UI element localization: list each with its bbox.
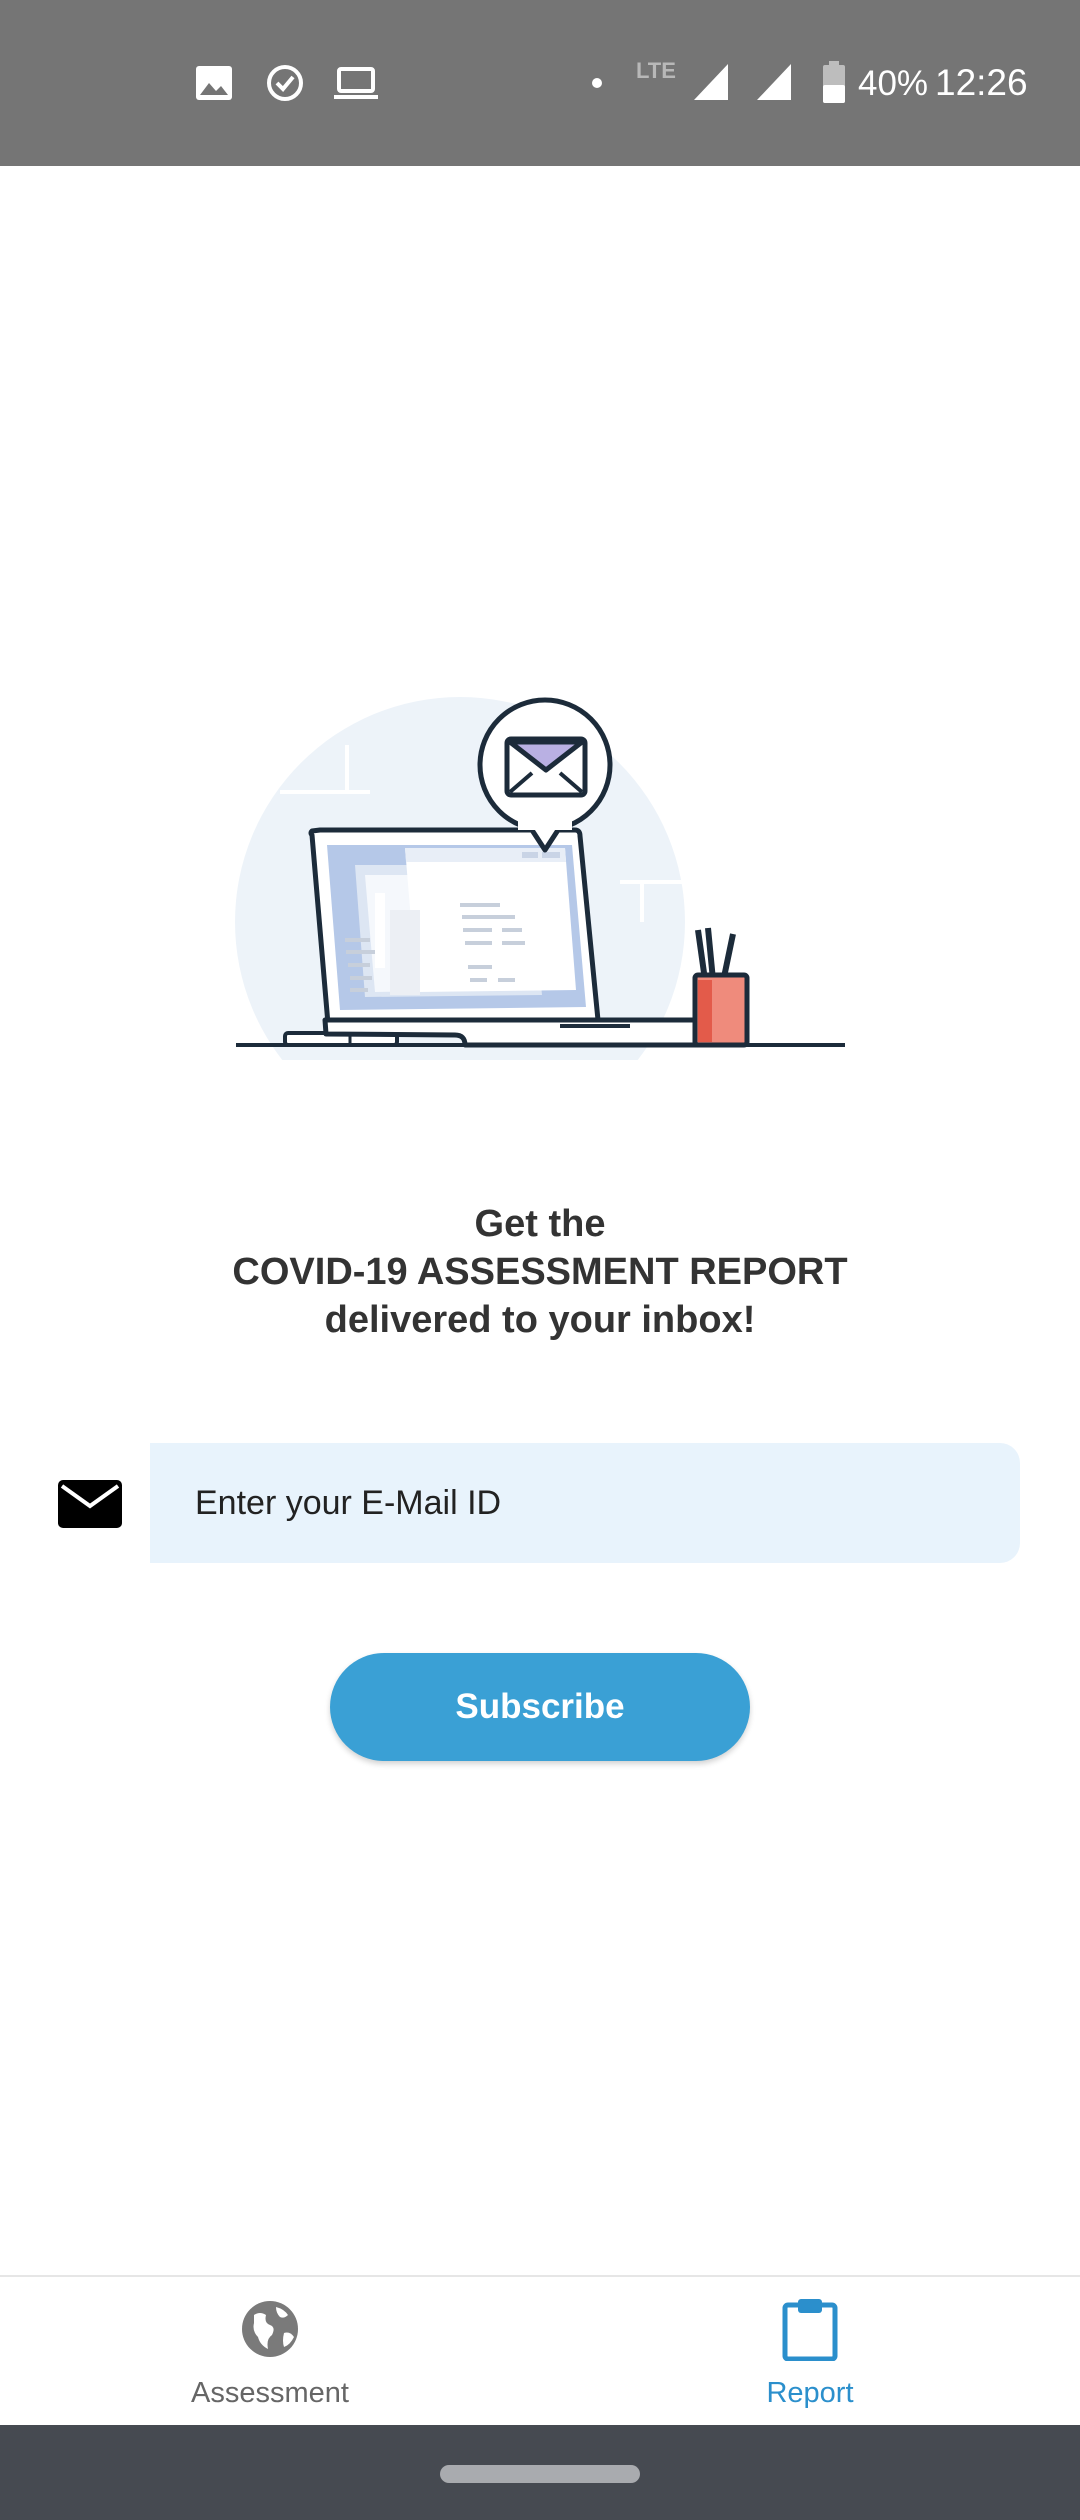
nav-item-report[interactable]: Report	[540, 2277, 1080, 2427]
nav-label-assessment: Assessment	[191, 2377, 349, 2409]
home-gesture-pill[interactable]	[440, 2465, 640, 2483]
laptop-icon	[334, 67, 378, 99]
signal-icon	[694, 64, 728, 100]
pen-holder-icon	[692, 927, 750, 1048]
nav-label-report: Report	[766, 2377, 854, 2409]
status-bar: LTE 40% 12:26	[0, 0, 1080, 166]
globe-icon	[242, 2301, 298, 2357]
heading-line-3: delivered to your inbox!	[324, 1299, 756, 1341]
signal-icon	[757, 64, 791, 100]
clock-time: 12:26	[935, 62, 1028, 103]
bottom-navigation: Assessment Report	[0, 2275, 1080, 2425]
heading-line-2: COVID-19 ASSESSMENT REPORT	[232, 1251, 848, 1293]
clipboard-icon	[782, 2299, 838, 2361]
battery-icon	[823, 61, 845, 103]
email-input[interactable]	[150, 1443, 1020, 1563]
network-type: LTE	[636, 58, 676, 83]
clock-check-icon	[267, 65, 303, 101]
subscribe-heading: Get the COVID-19 ASSESSMENT REPORT deliv…	[0, 1200, 1080, 1344]
image-icon	[196, 66, 232, 100]
subscribe-button[interactable]: Subscribe	[330, 1653, 750, 1761]
dot-icon	[592, 78, 602, 88]
nav-item-assessment[interactable]: Assessment	[0, 2277, 540, 2427]
battery-percent: 40%	[858, 64, 929, 103]
envelope-icon	[58, 1480, 122, 1528]
heading-line-1: Get the	[474, 1203, 606, 1245]
laptop-email-illustration	[235, 697, 845, 1060]
system-navigation-bar	[0, 2425, 1080, 2520]
